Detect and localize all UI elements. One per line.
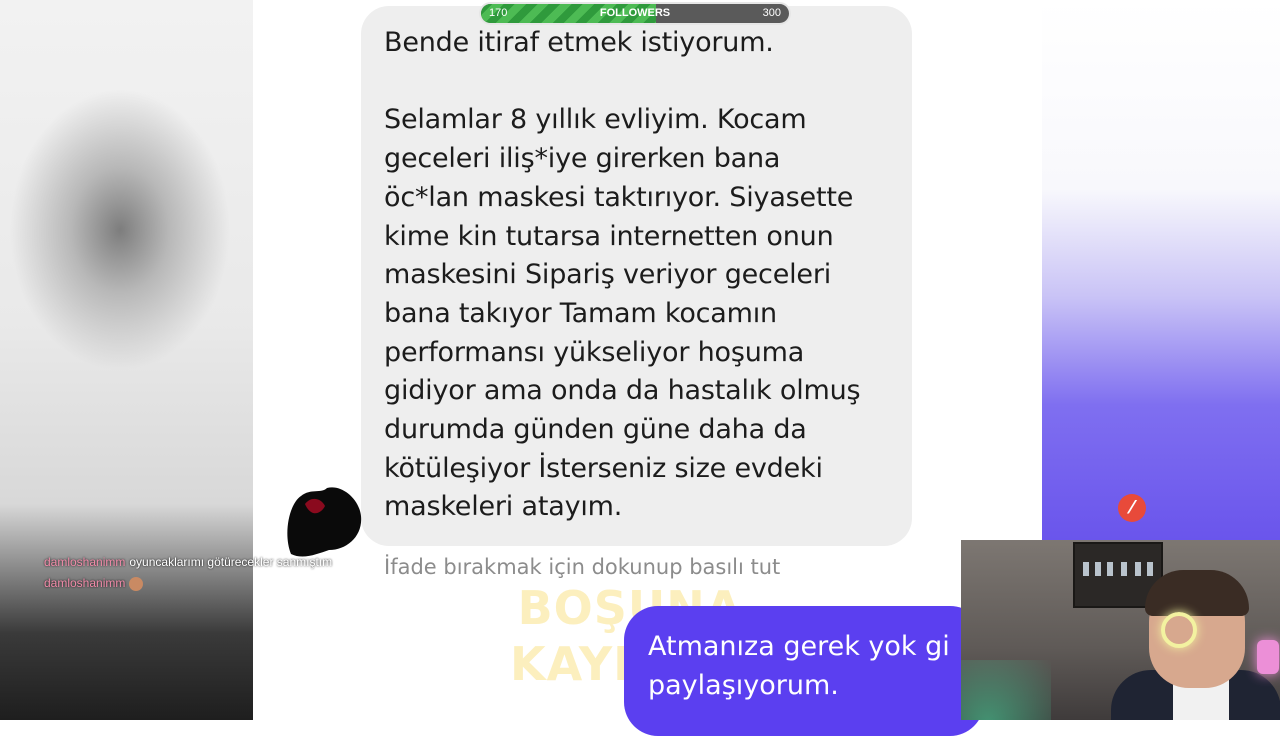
chat-username: damloshanimm [44,576,126,590]
emoji-icon [129,576,144,591]
sent-message-text: Atmanıza gerek yok gi paylaşıyorum. [648,631,950,701]
left-blurred-background [0,0,253,720]
streamer-hair [1145,570,1249,616]
followers-goal-title: FOLLOWERS [599,7,671,19]
followers-target: 300 [762,7,781,19]
right-blurred-background [1042,0,1280,540]
stream-chat-overlay: damloshanimm oyuncaklarımı götürecekler s… [44,552,332,594]
received-message-text: Bende itiraf etmek istiyorum. Selamlar 8… [384,27,861,523]
headset-icon [1161,612,1197,648]
chat-message: damloshanimm oyuncaklarımı götürecekler s… [44,552,332,573]
chat-text: oyuncaklarımı götürecekler sanmıştım [129,555,333,569]
rgb-light-glow [961,660,1051,720]
censored-avatar [287,487,362,557]
chat-username: damloshanimm [44,555,126,569]
webcam-feed [961,540,1280,720]
followers-goal-bar: 170 FOLLOWERS 300 [481,4,789,23]
reaction-hint-text: İfade bırakmak için dokunup basılı tut [384,555,781,579]
slash-circle-icon: ⁄ [1118,494,1146,522]
chat-message: damloshanimm [44,573,332,594]
pink-lamp [1257,640,1279,674]
